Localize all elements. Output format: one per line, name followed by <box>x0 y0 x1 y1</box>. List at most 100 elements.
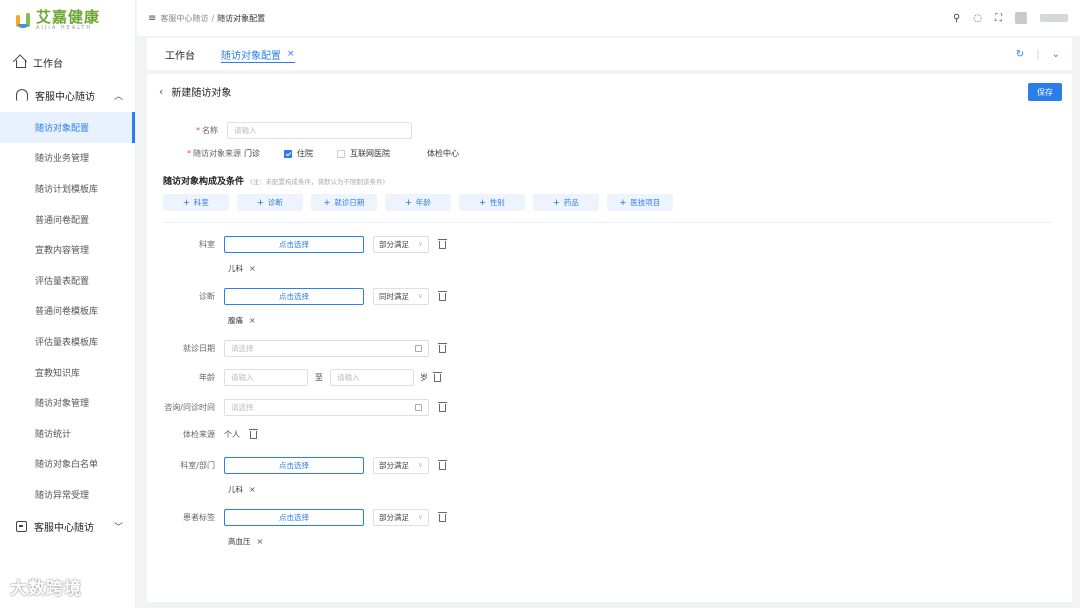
trash-icon[interactable] <box>438 238 447 249</box>
sidebar-item[interactable]: 宣教知识库 <box>0 357 135 388</box>
sidebar-item[interactable]: 随访计划模板库 <box>0 173 135 204</box>
add-condition-button[interactable]: + 年龄 <box>385 194 451 211</box>
source-option[interactable]: 门诊 <box>231 148 260 159</box>
sub-menu: 随访对象配置 随访业务管理 随访计划模板库 普通问卷配置 宣教内容管理 评估量表配置 普通问… <box>0 112 135 510</box>
avatar[interactable] <box>1015 12 1027 24</box>
sidebar-item[interactable]: 普通问卷模板库 <box>0 296 135 327</box>
close-icon[interactable]: × <box>249 264 256 273</box>
diag-mode-select[interactable]: 同时满足 ∨ <box>373 288 429 305</box>
user-name-blurred[interactable] <box>1040 14 1068 22</box>
sidebar-item[interactable]: 宣教内容管理 <box>0 234 135 265</box>
consult-time-input[interactable]: 请选择 <box>224 399 429 416</box>
divider: | <box>1036 48 1040 60</box>
close-icon[interactable]: × <box>249 485 256 494</box>
chevron-down-icon[interactable]: ⌄ <box>1052 49 1060 60</box>
page-title: 新建随访对象 <box>171 87 232 99</box>
nav-group-label: 客服中心随访 <box>35 91 95 103</box>
breadcrumb-parent[interactable]: 客服中心随访 <box>160 13 208 24</box>
age-unit: 岁 <box>420 373 428 382</box>
age-to-input[interactable]: 请输入 <box>330 369 414 386</box>
close-icon[interactable]: × <box>287 49 295 59</box>
sidebar-item[interactable]: 评估量表配置 <box>0 265 135 296</box>
cond-diag-label: 诊断 <box>199 292 215 301</box>
add-condition-button[interactable]: + 性别 <box>459 194 525 211</box>
diag-tag-text: 腹痛 <box>228 316 243 325</box>
diag-tag: 腹痛 × <box>228 315 256 326</box>
source-option[interactable]: 体检中心 <box>414 148 459 159</box>
sidebar: 艾嘉健康 AIJIA HEALTH 工作台 客服中心随访 ︿ 随访对象配置 随访业… <box>0 0 136 608</box>
trash-icon[interactable] <box>249 428 258 439</box>
back-icon[interactable]: ‹ <box>159 85 163 98</box>
chevron-down-icon[interactable]: ﹀ <box>114 520 123 533</box>
close-icon[interactable]: × <box>257 537 264 546</box>
checkbox-icon[interactable] <box>337 149 345 158</box>
source-label: * 随访对象来源 <box>187 149 241 158</box>
add-condition-button[interactable]: + 就诊日期 <box>311 194 377 211</box>
sidebar-item[interactable]: 随访业务管理 <box>0 143 135 174</box>
refresh-icon[interactable]: ↻ <box>1016 49 1024 60</box>
trash-icon[interactable] <box>433 371 442 382</box>
add-condition-button[interactable]: + 诊断 <box>237 194 303 211</box>
chevron-up-icon[interactable]: ︿ <box>114 89 123 102</box>
tab-workbench[interactable]: 工作台 <box>165 38 195 70</box>
visit-date-input[interactable]: 请选择 <box>224 340 429 357</box>
ptag-mode-select[interactable]: 部分满足 ∨ <box>373 509 429 526</box>
checkbox-icon[interactable] <box>414 150 422 158</box>
tab-followup-config[interactable]: 随访对象配置 × <box>221 38 295 70</box>
sidebar-item[interactable]: 随访对象管理 <box>0 387 135 418</box>
ptag-pick-button[interactable]: 点击选择 <box>224 509 364 526</box>
source-option[interactable]: 住院 <box>284 148 313 159</box>
add-condition-button[interactable]: + 药品 <box>533 194 599 211</box>
checkbox-checked-icon[interactable] <box>284 149 292 158</box>
trash-icon[interactable] <box>438 511 447 522</box>
trash-icon[interactable] <box>438 401 447 412</box>
search-icon[interactable]: ⚲ <box>953 13 960 24</box>
trash-icon[interactable] <box>438 459 447 470</box>
add-condition-label: 药品 <box>563 198 579 207</box>
dept-pick-button[interactable]: 点击选择 <box>224 236 364 253</box>
dept-tag-text: 儿科 <box>228 264 243 273</box>
source-option-label: 互联网医院 <box>350 149 390 158</box>
nav-group-followup[interactable]: 客服中心随访 ︿ <box>0 78 135 112</box>
diag-pick-button[interactable]: 点击选择 <box>224 288 364 305</box>
age-from-input[interactable]: 请输入 <box>224 369 308 386</box>
cond-consult-label: 咨询/问诊时间 <box>164 403 215 412</box>
divider <box>163 222 1052 223</box>
dept2-mode-select[interactable]: 部分满足 ∨ <box>373 457 429 474</box>
dept-mode-select[interactable]: 部分满足 ∨ <box>373 236 429 253</box>
trash-icon[interactable] <box>438 290 447 301</box>
bell-icon[interactable]: ◌ <box>973 13 982 24</box>
checkbox-icon[interactable] <box>231 150 239 158</box>
section-note: (注：未配置构成条件，将默认为不限制该条件) <box>250 178 386 186</box>
nav-workbench[interactable]: 工作台 <box>0 46 135 78</box>
close-icon[interactable]: × <box>249 316 256 325</box>
source-option-label: 门诊 <box>244 149 260 158</box>
add-condition-button[interactable]: + 医技项目 <box>607 194 673 211</box>
plus-icon: + <box>257 196 264 209</box>
nav-workbench-label: 工作台 <box>33 58 63 70</box>
add-condition-label: 性别 <box>489 198 505 207</box>
cond-date-label: 就诊日期 <box>183 344 215 353</box>
add-condition-button[interactable]: + 科室 <box>163 194 229 211</box>
dept2-pick-button[interactable]: 点击选择 <box>224 457 364 474</box>
sidebar-item[interactable]: 随访对象白名单 <box>0 449 135 480</box>
add-condition-label: 科室 <box>193 198 209 207</box>
fullscreen-icon[interactable]: ⛶ <box>995 13 1002 24</box>
menu-icon[interactable]: ≡ <box>148 13 156 24</box>
sidebar-item[interactable]: 随访对象配置 <box>0 112 135 143</box>
source-checkbox-group: 门诊 住院 互联网医院 体检中心 <box>231 148 483 159</box>
plus-icon: + <box>323 196 331 209</box>
source-option[interactable]: 互联网医院 <box>337 148 390 159</box>
trash-icon[interactable] <box>438 342 447 353</box>
tab-workbench-label: 工作台 <box>165 50 195 62</box>
plus-icon: + <box>479 196 486 209</box>
sidebar-item[interactable]: 随访异常受理 <box>0 479 135 510</box>
nav-group-followup-2[interactable]: 客服中心随访 ﹀ <box>0 510 135 544</box>
sidebar-item[interactable]: 随访统计 <box>0 418 135 449</box>
plus-icon: + <box>619 196 627 209</box>
sidebar-item[interactable]: 评估量表模板库 <box>0 326 135 357</box>
section-title: 随访对象构成及条件 (注：未配置构成条件，将默认为不限制该条件) <box>163 174 385 187</box>
name-input[interactable]: 请输入 <box>227 122 412 139</box>
sidebar-item[interactable]: 普通问卷配置 <box>0 204 135 235</box>
save-button[interactable]: 保存 <box>1028 83 1062 101</box>
